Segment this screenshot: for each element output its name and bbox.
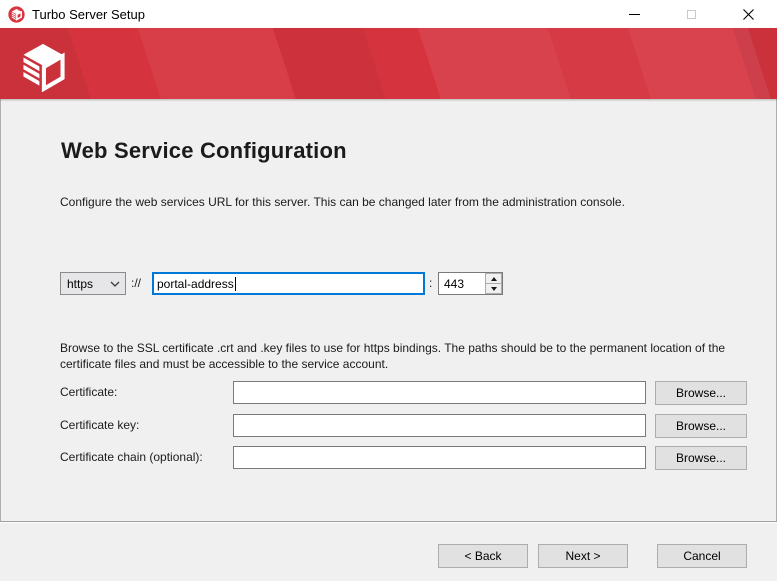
cancel-button[interactable]: Cancel [657, 544, 747, 568]
certificate-key-label: Certificate key: [60, 414, 139, 437]
minimize-icon [629, 14, 640, 15]
next-button[interactable]: Next > [538, 544, 628, 568]
window-controls [606, 0, 777, 28]
intro-text: Configure the web services URL for this … [60, 195, 625, 209]
certificate-label: Certificate: [60, 381, 117, 404]
turbo-app-icon [8, 6, 25, 23]
header-banner [0, 28, 777, 99]
turbo-cube-logo-icon [20, 42, 66, 92]
ssl-note: Browse to the SSL certificate .crt and .… [60, 340, 726, 372]
certificate-input[interactable] [233, 381, 646, 404]
port-separator: : [429, 272, 432, 295]
url-scheme-separator: :// [131, 272, 141, 295]
port-decrement-button[interactable] [485, 283, 502, 294]
scheme-value: https [67, 277, 93, 291]
back-button[interactable]: < Back [438, 544, 528, 568]
window-title: Turbo Server Setup [32, 7, 145, 22]
titlebar: Turbo Server Setup [0, 0, 777, 28]
spinner-down-icon [491, 287, 497, 291]
port-input[interactable]: 443 [438, 272, 503, 295]
minimize-button[interactable] [606, 0, 663, 28]
banner-stripe [416, 28, 574, 99]
certificate-browse-button[interactable]: Browse... [655, 381, 747, 405]
address-value: portal-address [157, 277, 234, 291]
certificate-chain-label: Certificate chain (optional): [60, 446, 203, 469]
port-spinner [485, 273, 502, 294]
close-icon [743, 9, 754, 20]
chevron-down-icon [110, 281, 120, 287]
spinner-up-icon [491, 277, 497, 281]
port-increment-button[interactable] [485, 273, 502, 283]
banner-stripe [136, 28, 299, 99]
page-title: Web Service Configuration [61, 138, 347, 164]
maximize-icon [687, 10, 696, 19]
certificate-chain-browse-button[interactable]: Browse... [655, 446, 747, 470]
address-input[interactable]: portal-address [152, 272, 425, 295]
scheme-select[interactable]: https [60, 272, 126, 295]
port-value: 443 [439, 273, 485, 294]
close-button[interactable] [720, 0, 777, 28]
footer: < Back Next > Cancel [0, 521, 777, 581]
text-caret [235, 277, 236, 291]
certificate-chain-input[interactable] [233, 446, 646, 469]
maximize-button [663, 0, 720, 28]
certificate-key-browse-button[interactable]: Browse... [655, 414, 747, 438]
certificate-key-input[interactable] [233, 414, 646, 437]
turbo-server-setup-window: Turbo Server Setup [0, 0, 777, 581]
